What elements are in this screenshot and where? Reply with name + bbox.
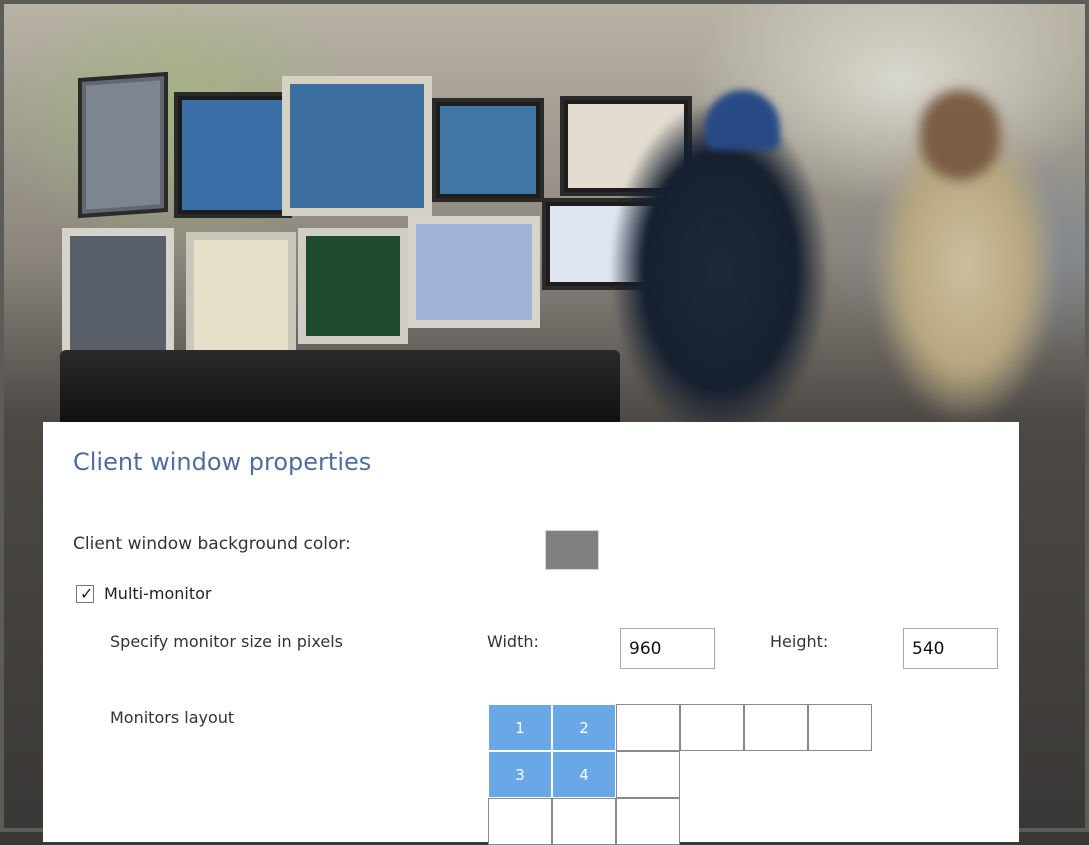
- width-label: Width:: [487, 632, 539, 651]
- monitor-cell[interactable]: [552, 798, 616, 845]
- background-color-swatch[interactable]: [545, 530, 599, 570]
- photo-monitor: [432, 98, 544, 202]
- monitor-cell[interactable]: 1: [488, 704, 552, 751]
- monitor-cell[interactable]: [616, 704, 680, 751]
- monitor-cell[interactable]: 2: [552, 704, 616, 751]
- photo-desk: [60, 350, 620, 422]
- monitor-cell[interactable]: [616, 798, 680, 845]
- photo-person: [870, 90, 1060, 420]
- photo-monitor: [78, 71, 168, 219]
- photo-monitor: [186, 232, 296, 360]
- multi-monitor-option[interactable]: ✓ Multi-monitor: [76, 584, 211, 603]
- height-input[interactable]: [903, 628, 998, 669]
- monitor-cell[interactable]: [488, 798, 552, 845]
- multi-monitor-label: Multi-monitor: [104, 584, 212, 603]
- monitor-cell[interactable]: [808, 704, 872, 751]
- photo-monitor: [282, 76, 432, 216]
- photo-monitor: [298, 228, 408, 344]
- monitor-cell[interactable]: [616, 751, 680, 798]
- photo-monitor: [174, 92, 292, 218]
- client-window-properties-panel: Client window properties Client window b…: [43, 422, 1019, 845]
- monitor-cell[interactable]: 3: [488, 751, 552, 798]
- photo-monitor: [408, 216, 540, 328]
- monitor-size-label: Specify monitor size in pixels: [110, 632, 343, 651]
- width-input[interactable]: [620, 628, 715, 669]
- checkmark-icon: ✓: [80, 583, 94, 603]
- height-label: Height:: [770, 632, 829, 651]
- monitor-cell[interactable]: [680, 704, 744, 751]
- background-color-label: Client window background color:: [73, 534, 351, 554]
- monitor-cell[interactable]: 4: [552, 751, 616, 798]
- monitors-layout-label: Monitors layout: [110, 708, 235, 727]
- panel-title: Client window properties: [73, 448, 372, 476]
- monitor-cell[interactable]: [744, 704, 808, 751]
- multi-monitor-checkbox[interactable]: ✓: [76, 583, 94, 603]
- photo-person: [600, 90, 830, 430]
